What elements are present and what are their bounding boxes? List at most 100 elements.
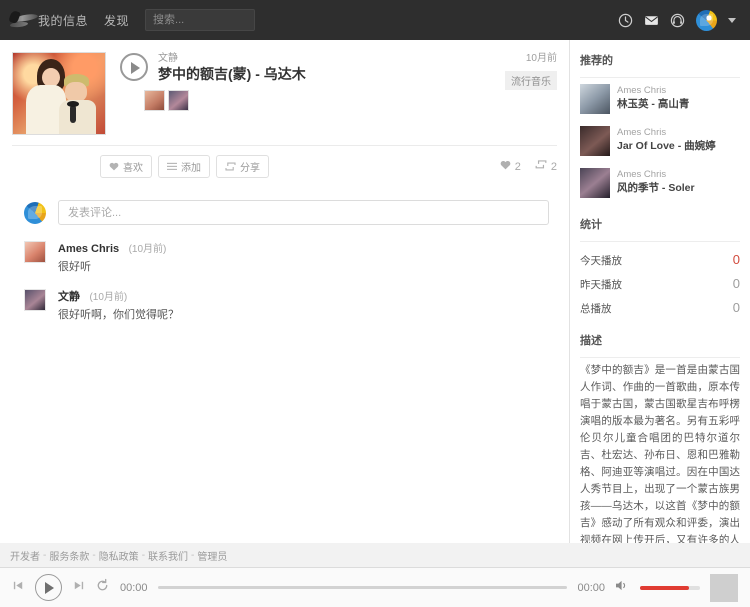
like-button-label: 喜欢: [123, 163, 143, 174]
repost-count-value: 2: [550, 160, 557, 173]
avatar[interactable]: [24, 241, 46, 263]
recommended-user[interactable]: Ames Chris: [617, 84, 689, 97]
current-user-avatar[interactable]: [24, 201, 46, 224]
search-input[interactable]: [145, 9, 256, 31]
top-bar-right: [618, 9, 740, 31]
liker-avatar[interactable]: [168, 90, 189, 111]
player-bar: 00:00 00:00: [0, 567, 750, 607]
share-button[interactable]: 分享: [216, 155, 269, 178]
stat-row: 总播放 0: [580, 296, 740, 320]
like-count-value: 2: [514, 160, 521, 173]
play-button[interactable]: [120, 53, 148, 81]
description-text: 《梦中的额吉》是一首是由蒙古国人作词、作曲的一首歌曲，原本传唱于蒙古国，蒙古国歌…: [580, 364, 740, 543]
liker-avatar[interactable]: [144, 90, 165, 111]
stat-value: 0: [732, 276, 740, 291]
previous-track-icon[interactable]: [12, 579, 25, 597]
track-genre-tag[interactable]: 流行音乐: [505, 71, 557, 90]
user-avatar[interactable]: [696, 9, 717, 31]
main-content: 文静 梦中的额吉(蒙) - 乌达木 10月前 流行音乐 喜欢 添加 分享 2 2…: [0, 40, 570, 543]
recommended-user[interactable]: Ames Chris: [617, 126, 716, 139]
clock-icon[interactable]: [618, 13, 633, 28]
comment-time: (10月前): [89, 292, 128, 303]
comment-form: [0, 178, 569, 225]
like-button[interactable]: 喜欢: [100, 155, 152, 178]
track-artwork[interactable]: [12, 52, 106, 135]
comment-list: Ames Chris (10月前) 很好听 文静 (10月前) 很好听啊，你们觉…: [0, 225, 569, 323]
repost-icon: [535, 160, 547, 173]
player-play-button[interactable]: [35, 574, 62, 601]
add-button[interactable]: 添加: [158, 155, 210, 178]
share-button-label: 分享: [240, 163, 260, 174]
avatar[interactable]: [24, 289, 46, 311]
top-bar: 我的信息 发现: [0, 0, 750, 40]
brand-logo[interactable]: [8, 9, 40, 31]
footer-link-developers[interactable]: 开发者: [10, 548, 40, 563]
headphones-icon[interactable]: [670, 13, 685, 28]
footer-separator: -: [92, 549, 96, 561]
list-item[interactable]: Ames Chris Jar Of Love - 曲婉婷: [580, 120, 740, 162]
track-actions: 喜欢 添加 分享 2 2: [0, 146, 569, 178]
repeat-icon[interactable]: [95, 578, 110, 598]
stats-title: 统计: [580, 219, 602, 231]
comment-author[interactable]: 文静: [58, 291, 80, 303]
stat-row: 今天播放 0: [580, 248, 740, 272]
list-item[interactable]: Ames Chris 林玉英 - 高山青: [580, 78, 740, 120]
description-title: 描述: [580, 335, 602, 347]
comment-item: Ames Chris (10月前) 很好听: [24, 241, 549, 275]
list-item[interactable]: Ames Chris 风的季节 - Soler: [580, 162, 740, 204]
volume-slider[interactable]: [640, 585, 700, 590]
stat-value: 0: [732, 252, 740, 267]
recommended-artwork: [580, 168, 610, 198]
track-uploader[interactable]: 文静: [158, 52, 306, 65]
comment-text: 很好听: [58, 261, 91, 273]
comment-body: Ames Chris (10月前) 很好听: [46, 241, 166, 275]
chevron-down-icon[interactable]: [728, 17, 736, 23]
nav-my-info[interactable]: 我的信息: [38, 12, 88, 29]
progress-bar[interactable]: [157, 586, 568, 589]
stat-row: 昨天播放 0: [580, 272, 740, 296]
artwork-boy-face: [65, 82, 87, 102]
now-playing-artwork[interactable]: [710, 573, 738, 602]
recommended-track[interactable]: 风的季节 - Soler: [617, 181, 695, 195]
recommended-artwork: [580, 126, 610, 156]
comment-header: 文静 (10月前): [58, 289, 179, 305]
recommended-track[interactable]: Jar Of Love - 曲婉婷: [617, 139, 716, 153]
recommended-text: Ames Chris 风的季节 - Soler: [610, 168, 695, 198]
stats-section: 统计 今天播放 0 昨天播放 0 总播放 0: [570, 204, 750, 320]
track-info: 文静 梦中的额吉(蒙) - 乌达木 10月前 流行音乐: [106, 52, 557, 135]
duration-time: 00:00: [577, 581, 605, 594]
footer-link-privacy[interactable]: 隐私政策: [99, 548, 139, 563]
recommended-text: Ames Chris Jar Of Love - 曲婉婷: [610, 126, 716, 156]
track-meta: 10月前 流行音乐: [505, 52, 557, 90]
nav-discover[interactable]: 发现: [104, 12, 129, 29]
envelope-icon[interactable]: [644, 13, 659, 28]
comment-input[interactable]: [58, 200, 549, 225]
list-icon: [167, 162, 177, 171]
footer-link-terms[interactable]: 服务条款: [49, 548, 89, 563]
track-titles: 文静 梦中的额吉(蒙) - 乌达木: [148, 52, 306, 83]
stat-label: 昨天播放: [580, 279, 622, 291]
volume-icon[interactable]: [615, 579, 630, 597]
recommended-track[interactable]: 林玉英 - 高山青: [617, 97, 689, 111]
footer-separator: -: [43, 549, 47, 561]
footer-separator: -: [141, 549, 146, 561]
recommended-title: 推荐的: [580, 55, 613, 67]
comment-body: 文静 (10月前) 很好听啊，你们觉得呢？: [46, 289, 179, 323]
comment-author[interactable]: Ames Chris: [58, 243, 119, 255]
comment-text: 很好听啊，你们觉得呢？: [58, 309, 179, 321]
elapsed-time: 00:00: [120, 581, 148, 594]
recommended-user[interactable]: Ames Chris: [617, 168, 695, 181]
sidebar: 推荐的 Ames Chris 林玉英 - 高山青 Ames Chris Jar …: [570, 40, 750, 543]
footer-link-admin[interactable]: 管理员: [197, 548, 227, 563]
recommended-section: 推荐的 Ames Chris 林玉英 - 高山青 Ames Chris Jar …: [570, 40, 750, 204]
heart-icon: [500, 160, 511, 173]
stat-label: 总播放: [580, 303, 612, 315]
comment-item: 文静 (10月前) 很好听啊，你们觉得呢？: [24, 289, 549, 323]
artwork-figure-face: [41, 67, 60, 88]
recommended-artwork: [580, 84, 610, 114]
comment-time: (10月前): [128, 244, 167, 255]
track-title[interactable]: 梦中的额吉(蒙) - 乌达木: [158, 65, 306, 83]
comment-header: Ames Chris (10月前): [58, 241, 166, 257]
footer-link-contact[interactable]: 联系我们: [148, 548, 188, 563]
next-track-icon[interactable]: [72, 579, 85, 597]
